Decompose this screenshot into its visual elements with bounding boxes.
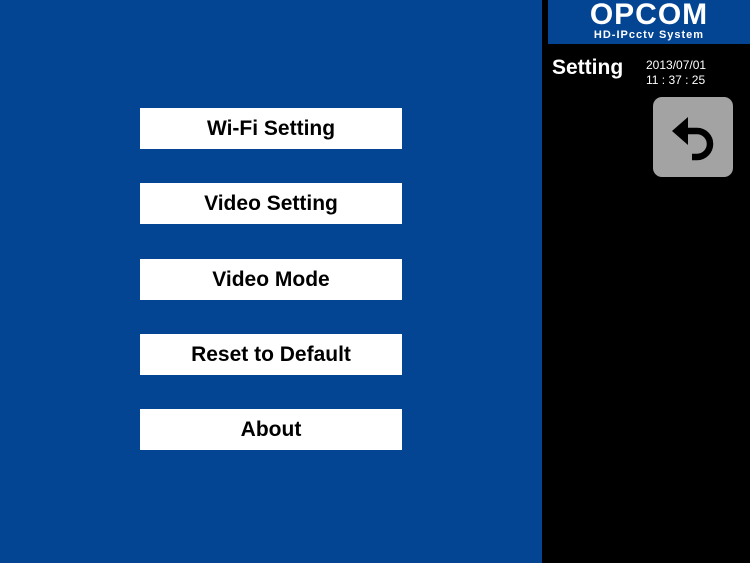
video-mode-button[interactable]: Video Mode (140, 259, 402, 300)
time-display: 11 : 37 : 25 (646, 73, 706, 87)
about-button[interactable]: About (140, 409, 402, 450)
page-title: Setting (552, 56, 624, 79)
brand-tagline: HD-IPcctv System (593, 29, 705, 41)
brand-logo: OPCOM HD-IPcctv System (548, 0, 750, 44)
side-panel: OPCOM HD-IPcctv System Setting 2013/07/0… (542, 0, 750, 563)
brand-name: OPCOM (589, 0, 709, 31)
video-setting-button[interactable]: Video Setting (140, 183, 402, 224)
reset-to-default-button[interactable]: Reset to Default (140, 334, 402, 375)
back-arrow-icon (672, 117, 714, 161)
back-button[interactable] (653, 97, 733, 177)
date-display: 2013/07/01 (646, 58, 707, 72)
settings-menu-panel: Wi-Fi Setting Video Setting Video Mode R… (0, 0, 542, 563)
wifi-setting-button[interactable]: Wi-Fi Setting (140, 108, 402, 149)
